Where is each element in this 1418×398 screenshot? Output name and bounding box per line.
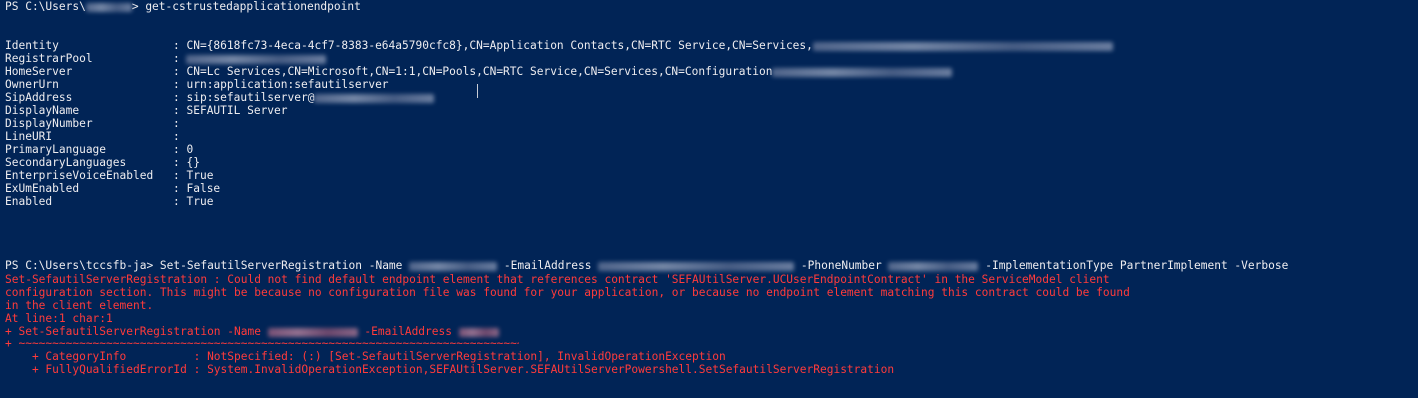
property-row: RegistrarPool: [5, 52, 327, 65]
prompt-line-2: PS C:\Users\tccsfb-ja> Set-SefautilServe… [5, 259, 1288, 272]
property-separator: : [173, 195, 187, 208]
property-separator: : [173, 52, 187, 65]
text-cursor-icon [477, 84, 478, 98]
property-value: {} [186, 156, 200, 169]
property-value: urn:application:sefautilserver [186, 78, 389, 91]
property-value: True [186, 169, 214, 182]
property-separator: : [173, 143, 187, 156]
property-key: LineURI [5, 130, 53, 143]
redacted-name [409, 261, 498, 271]
prompt-text: PS C:\Users\ [5, 0, 86, 13]
property-row: Enabled: True [5, 195, 213, 208]
error-fully-qualified-id: + FullyQualifiedErrorId : System.Invalid… [5, 363, 895, 376]
property-key: SipAddress [5, 91, 73, 104]
redacted-email [458, 327, 499, 337]
property-key: DisplayNumber [5, 117, 93, 130]
property-row: ExUmEnabled: False [5, 182, 220, 195]
property-row: DisplayNumber: [5, 117, 180, 130]
property-row: SecondaryLanguages: {} [5, 156, 200, 169]
property-separator: : [173, 182, 187, 195]
command-text: get-cstrustedapplicationendpoint [145, 0, 361, 13]
property-row: DisplayName: SEFAUTIL Server [5, 104, 288, 117]
redacted-phone [888, 261, 979, 271]
property-value: 0 [186, 143, 194, 156]
property-row: PrimaryLanguage: 0 [5, 143, 193, 156]
property-row: Identity: CN={8618fc73-4eca-4cf7-8383-e6… [5, 39, 1113, 52]
command-part: Set-SefautilServerRegistration -Name [159, 259, 410, 272]
property-row: SipAddress: sip:sefautilserver@ [5, 91, 435, 104]
error-line-1: Set-SefautilServerRegistration : Could n… [5, 273, 1110, 286]
redacted-value [314, 93, 435, 103]
property-value: CN=Lc Services,CN=Microsoft,CN=1:1,CN=Po… [186, 65, 773, 78]
property-separator: : [173, 91, 187, 104]
property-value: sip:sefautilserver@ [186, 91, 315, 104]
redacted-value [812, 41, 1113, 51]
property-key: PrimaryLanguage [5, 143, 107, 156]
redacted-value [186, 54, 327, 64]
redacted-username [85, 2, 132, 12]
powershell-console[interactable]: PS C:\Users\ > get-cstrustedapplicationen… [0, 0, 1418, 398]
redacted-name [267, 327, 358, 337]
redacted-value [772, 67, 953, 77]
property-key: HomeServer [5, 65, 73, 78]
command-part: -ImplementationType PartnerImplement -Ve… [978, 259, 1289, 272]
prompt-text: PS C:\Users\tccsfb-ja> [5, 259, 160, 272]
property-key: OwnerUrn [5, 78, 59, 91]
property-key: Enabled [5, 195, 53, 208]
property-key: DisplayName [5, 104, 80, 117]
property-value: CN={8618fc73-4eca-4cf7-8383-e64a5790cfc8… [186, 39, 813, 52]
property-separator: : [173, 39, 187, 52]
prompt-end: > [131, 0, 146, 13]
error-category-info: + CategoryInfo : NotSpecified: (:) [Set-… [5, 350, 726, 363]
property-separator: : [173, 104, 187, 117]
command-part: -EmailAddress [497, 259, 599, 272]
property-row: EnterpriseVoiceEnabled: True [5, 169, 213, 182]
property-key: Identity [5, 39, 59, 52]
error-position: At line:1 char:1 [5, 312, 113, 325]
property-key: EnterpriseVoiceEnabled [5, 169, 154, 182]
property-separator: : [173, 65, 187, 78]
property-key: RegistrarPool [5, 52, 93, 65]
property-value: True [186, 195, 214, 208]
error-line-2: configuration section. This might be bec… [5, 286, 1130, 299]
property-separator: : [173, 156, 187, 169]
property-row: HomeServer: CN=Lc Services,CN=Microsoft,… [5, 65, 953, 78]
error-line-3: in the client element. [5, 299, 154, 312]
property-separator: : [173, 117, 180, 130]
property-separator: : [173, 169, 187, 182]
error-underline: + ~~~~~~~~~~~~~~~~~~~~~~~~~~~~~~~~~~~~~~… [5, 337, 519, 350]
property-value: False [186, 182, 221, 195]
prompt-line-1: PS C:\Users\ > get-cstrustedapplicationen… [5, 0, 361, 13]
property-value: SEFAUTIL Server [186, 104, 288, 117]
property-key: SecondaryLanguages [5, 156, 127, 169]
command-part: -PhoneNumber [794, 259, 889, 272]
property-separator: : [173, 78, 187, 91]
property-key: ExUmEnabled [5, 182, 80, 195]
property-row: LineURI: [5, 130, 180, 143]
property-row: OwnerUrn: urn:application:sefautilserver [5, 78, 389, 91]
property-separator: : [173, 130, 180, 143]
redacted-email [598, 261, 795, 271]
